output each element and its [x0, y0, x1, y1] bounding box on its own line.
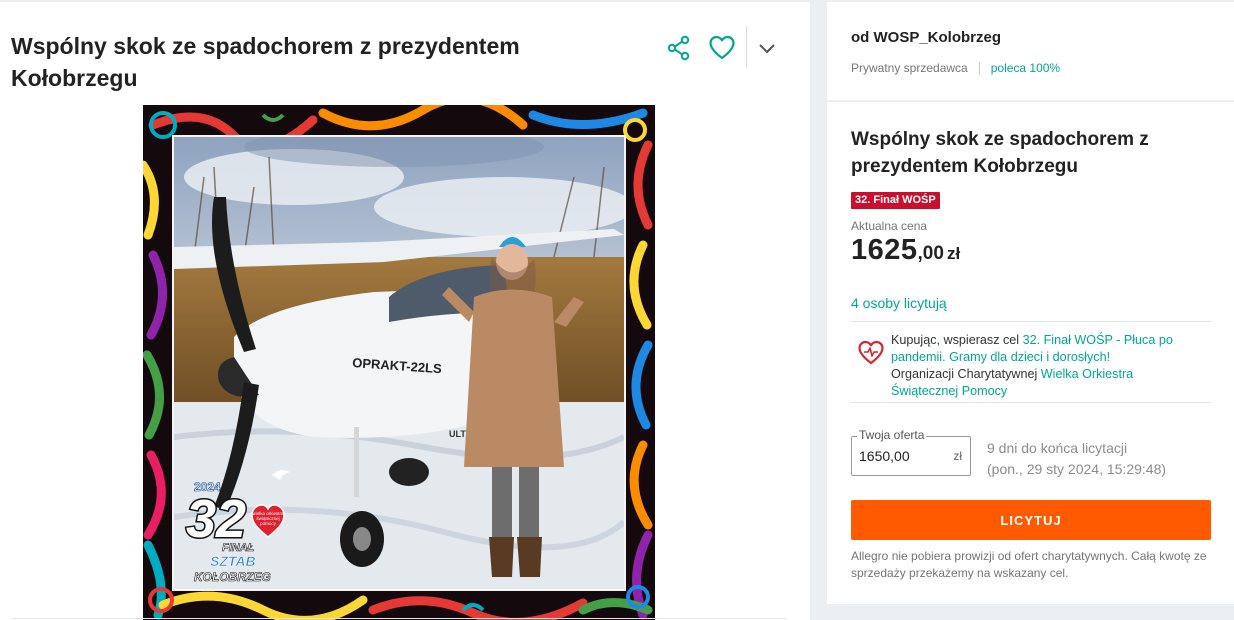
charity-heart-icon — [858, 340, 884, 365]
price-currency: zł — [946, 244, 961, 263]
main-product-image[interactable]: OPRAKT-22LS ULTRALE 2 — [143, 105, 655, 620]
charity-badge: 32. Finał WOŚP — [851, 192, 940, 209]
seller-type: Prywatny sprzedawca — [851, 61, 968, 75]
seller-meta-divider — [978, 61, 980, 75]
more-options-button[interactable] — [752, 30, 782, 66]
auction-time: 9 dni do końca licytacji (pon., 29 sty 2… — [987, 438, 1166, 480]
charity-text-prefix: Kupując, wspierasz cel — [891, 333, 1023, 347]
seller-meta: Prywatny sprzedawca poleca 100% — [851, 61, 1060, 75]
share-icon — [667, 35, 690, 61]
divider-bottom — [851, 402, 1211, 403]
product-title: Wspólny skok ze spadochorem z prezydente… — [11, 33, 520, 91]
charity-org-prefix: Organizacji Charytatywnej — [891, 367, 1041, 381]
logo-line-3: KOŁOBRZEG — [194, 570, 271, 584]
favorite-button[interactable] — [707, 30, 737, 66]
divider-top — [851, 321, 1211, 322]
current-price: 1625,00 zł — [851, 234, 960, 267]
logo-number: 32 — [186, 489, 246, 549]
actions-divider — [746, 26, 747, 68]
charity-text: Kupując, wspierasz cel 32. Finał WOŚP - … — [891, 332, 1191, 400]
time-remaining: 9 dni do końca licytacji — [987, 440, 1128, 456]
heart-outline-icon — [709, 35, 735, 60]
auction-end-date: (pon., 29 sty 2024, 15:29:48) — [987, 461, 1167, 477]
bid-unit: zł — [953, 449, 962, 463]
logo-line-2: SZTAB — [210, 553, 256, 569]
seller-recommendation[interactable]: poleca 100% — [991, 61, 1060, 75]
bid-input[interactable] — [859, 448, 939, 464]
offer-gallery-panel: Wspólny skok ze spadochorem z prezydente… — [0, 2, 810, 620]
buy-box: Wspólny skok ze spadochorem z prezydente… — [827, 102, 1234, 604]
bidders-link[interactable]: 4 osoby licytują — [851, 295, 947, 311]
bid-field-label: Twoja oferta — [857, 428, 927, 442]
logo-heart-text-3: pomocy — [260, 521, 277, 526]
chevron-down-icon — [759, 44, 775, 54]
price-decimal: ,00 — [917, 243, 944, 264]
commission-note: Allegro nie pobiera prowizji od ofert ch… — [851, 549, 1207, 580]
photo-area: OPRAKT-22LS ULTRALE 2 — [172, 135, 626, 591]
bid-button[interactable]: LICYTUJ — [851, 500, 1211, 540]
share-button[interactable] — [664, 30, 694, 66]
gallery-bottom-divider — [11, 618, 786, 619]
bid-field[interactable]: Twoja oferta zł — [851, 428, 971, 476]
offer-title: Wspólny skok ze spadochorem z prezydente… — [851, 129, 1149, 177]
seller-card: od WOSP_Kolobrzeg Prywatny sprzedawca po… — [827, 2, 1234, 100]
wosp-32-logo-graphic: 2024 32 wielka orkiestra świątecznej pom… — [185, 470, 290, 584]
wosp-32-logo: 2024 32 wielka orkiestra świątecznej pom… — [180, 457, 300, 585]
seller-name[interactable]: od WOSP_Kolobrzeg — [851, 29, 1001, 46]
price-integer: 1625 — [851, 234, 918, 266]
price-label: Aktualna cena — [851, 219, 928, 233]
